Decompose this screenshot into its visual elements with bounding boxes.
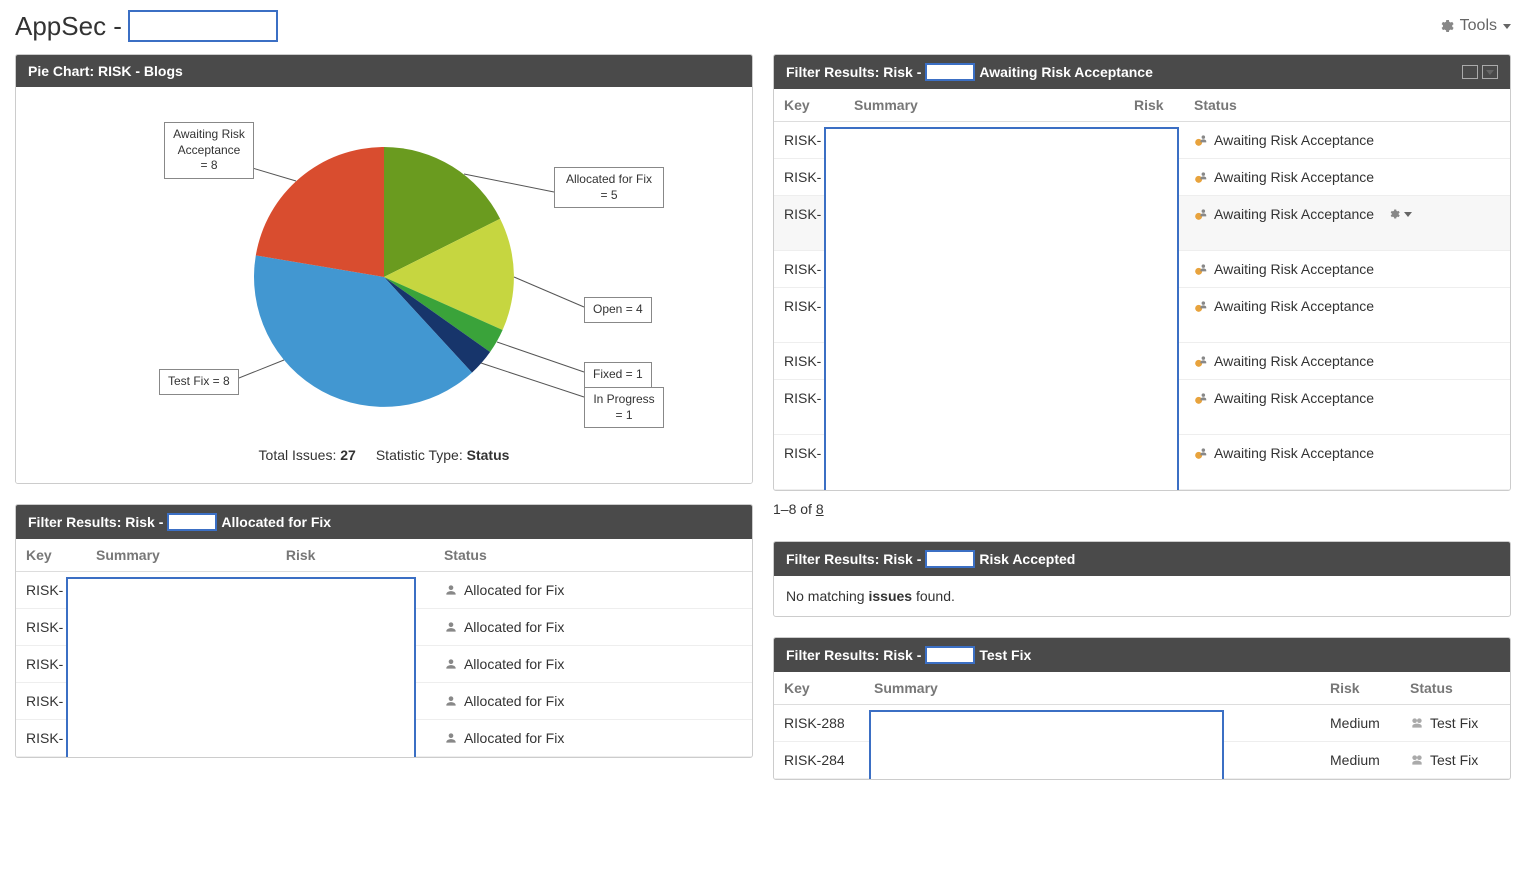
accepted-panel: Filter Results: Risk - Risk Accepted No … (773, 541, 1511, 617)
chevron-down-icon (1503, 24, 1511, 29)
redacted-block (869, 710, 1224, 780)
pie-chart: Awaiting Risk Acceptance = 8 Allocated f… (104, 107, 664, 437)
dashboard-grid: Pie Chart: RISK - Blogs (15, 54, 1511, 780)
pie-label-open: Open = 4 (584, 297, 652, 323)
title-redacted-input[interactable] (128, 10, 278, 42)
awaiting-panel-container: Filter Results: Risk - Awaiting Risk Acc… (773, 54, 1511, 521)
pie-chart-body: Awaiting Risk Acceptance = 8 Allocated f… (16, 87, 752, 483)
pie-footer: Total Issues: 27 Statistic Type: Status (259, 447, 510, 463)
awaiting-panel: Filter Results: Risk - Awaiting Risk Acc… (773, 54, 1511, 491)
pie-label-fixed: Fixed = 1 (584, 362, 652, 388)
redacted-inline (925, 550, 975, 568)
redacted-block (824, 127, 1179, 491)
pie-slice-awaiting[interactable] (256, 147, 384, 277)
pager: 1–8 of 8 (773, 491, 1511, 521)
row-action-menu[interactable] (1388, 208, 1412, 220)
title-prefix: AppSec - (15, 11, 122, 42)
maximize-icon[interactable] (1462, 65, 1478, 79)
panel-title: Pie Chart: RISK - Blogs (28, 63, 183, 79)
tools-menu[interactable]: Tools (1438, 17, 1511, 35)
gear-icon (1438, 18, 1454, 34)
no-match-message: No matching issues found. (774, 576, 1510, 616)
page-title: AppSec - (15, 10, 278, 42)
redacted-inline (925, 63, 975, 81)
pie-chart-panel: Pie Chart: RISK - Blogs (15, 54, 753, 484)
pie-label-allocated: Allocated for Fix = 5 (554, 167, 664, 208)
redacted-block (66, 577, 416, 758)
tools-label: Tools (1460, 17, 1497, 35)
pie-label-awaiting: Awaiting Risk Acceptance = 8 (164, 122, 254, 179)
panel-header: Pie Chart: RISK - Blogs (16, 55, 752, 87)
redacted-inline (925, 646, 975, 664)
page-header: AppSec - Tools (15, 10, 1511, 42)
pie-label-testfix: Test Fix = 8 (159, 369, 239, 395)
redacted-inline (167, 513, 217, 531)
testfix-panel: Filter Results: Risk - Test Fix Key Summ… (773, 637, 1511, 780)
allocated-panel: Filter Results: Risk - Allocated for Fix… (15, 504, 753, 758)
pie-label-inprogress: In Progress = 1 (584, 387, 664, 428)
dropdown-icon[interactable] (1482, 65, 1498, 79)
